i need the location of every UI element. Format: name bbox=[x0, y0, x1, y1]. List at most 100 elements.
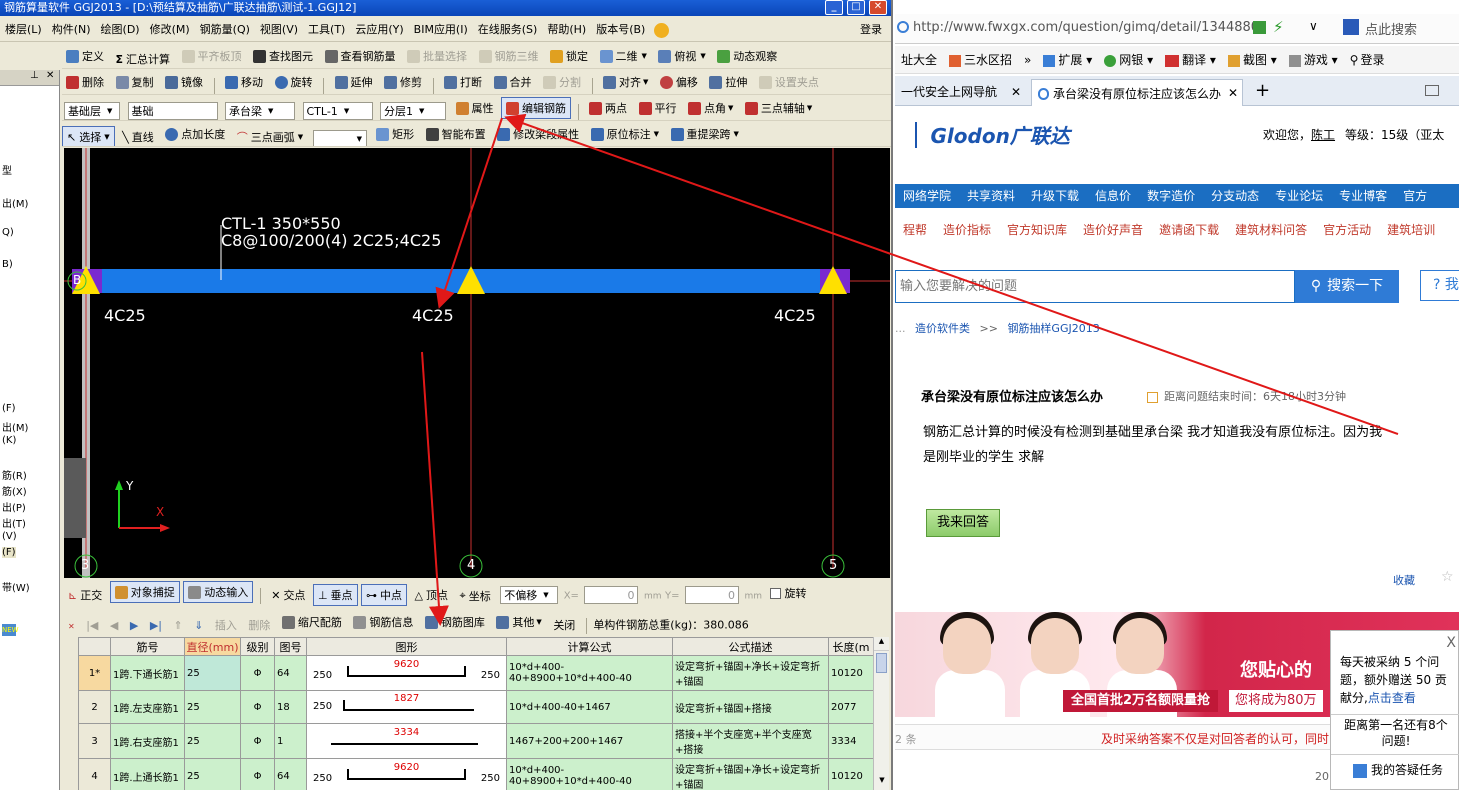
sub-nav-item[interactable]: 建筑培训 bbox=[1379, 223, 1443, 237]
bookmark-item[interactable]: 扩展 ▾ bbox=[1037, 46, 1098, 73]
line-tool-button[interactable]: ╲ 直线 bbox=[118, 126, 158, 146]
perpendicular-snap[interactable]: ⊥ 垂点 bbox=[312, 584, 358, 606]
sub-nav-item[interactable]: 造价指标 bbox=[935, 223, 999, 237]
tree-item[interactable]: (F) bbox=[2, 403, 16, 414]
menu-item[interactable]: 云应用(Y) bbox=[350, 18, 408, 42]
move-up-button[interactable]: ⇑ bbox=[169, 614, 186, 636]
component-select[interactable]: CTL-1 ▼ bbox=[302, 102, 373, 120]
tab-list-icon[interactable] bbox=[1425, 85, 1439, 96]
bookmark-item[interactable]: 游戏 ▾ bbox=[1283, 46, 1344, 73]
nav-item[interactable]: 升级下载 bbox=[1023, 189, 1087, 203]
menu-item[interactable]: 视图(V) bbox=[255, 18, 303, 42]
scale-rebar-button[interactable]: 缩尺配筋 bbox=[278, 611, 346, 633]
ortho-toggle[interactable]: ⊾ 正交 bbox=[64, 584, 106, 606]
url-field[interactable]: http://www.fwxgx.com/question/gimq/detai… bbox=[913, 20, 1259, 35]
sub-nav-item[interactable]: 官方活动 bbox=[1315, 223, 1379, 237]
qr-icon[interactable] bbox=[1253, 21, 1266, 34]
popup-view-link[interactable]: 点击查看 bbox=[1368, 691, 1416, 705]
top-view-dropdown[interactable]: 俯视 ▼ bbox=[654, 45, 709, 67]
column-header[interactable]: 图形 bbox=[306, 637, 507, 656]
offset-button[interactable]: 偏移 bbox=[656, 71, 702, 93]
login-link[interactable]: 登录 bbox=[855, 18, 887, 42]
figure-number-cell[interactable]: 64 bbox=[274, 758, 307, 790]
nav-item[interactable]: 专业博客 bbox=[1331, 189, 1395, 203]
batch-select-button[interactable]: 批量选择 bbox=[403, 45, 471, 67]
formula-cell[interactable]: 1467+200+200+1467 bbox=[506, 723, 673, 759]
y-input[interactable]: 0 bbox=[684, 586, 739, 604]
tab-active[interactable]: 承台梁没有原位标注应该怎么办 ✕ bbox=[1031, 79, 1243, 106]
next-record-button[interactable]: ▶ bbox=[126, 614, 142, 636]
description-cell[interactable]: 设定弯折+锚固+搭接 bbox=[672, 690, 829, 724]
close-icon[interactable]: ✕ bbox=[1011, 79, 1021, 105]
menu-item[interactable]: 绘图(D) bbox=[96, 18, 145, 42]
row-number[interactable]: 1* bbox=[78, 655, 111, 691]
sub-nav-item[interactable]: 建筑材料问答 bbox=[1227, 223, 1315, 237]
length-cell[interactable]: 2077 bbox=[828, 690, 874, 724]
tree-item-selected[interactable]: (F) bbox=[2, 547, 16, 558]
stretch-button[interactable]: 拉伸 bbox=[705, 71, 751, 93]
table-row[interactable]: 4 1跨.上通长筋1 25 Φ 64 250 9620 250 10*d+400-4… bbox=[78, 758, 874, 790]
sub-nav-item[interactable]: 邀请函下载 bbox=[1151, 223, 1227, 237]
tree-item[interactable]: 出(P) bbox=[2, 499, 26, 514]
draw-option-select[interactable]: ▼ bbox=[312, 129, 367, 146]
bookmark-item[interactable]: 截图 ▾ bbox=[1222, 46, 1283, 73]
close-icon[interactable]: ✕ bbox=[46, 70, 54, 81]
my-task-link[interactable]: 我的答疑任务 bbox=[1353, 761, 1443, 778]
nav-item[interactable]: 信息价 bbox=[1087, 189, 1139, 203]
move-down-button[interactable]: ⇓ bbox=[190, 614, 207, 636]
mirror-button[interactable]: 镜像 bbox=[161, 71, 207, 93]
column-header[interactable]: 级别 bbox=[240, 637, 275, 656]
diameter-cell[interactable]: 25 bbox=[184, 690, 241, 724]
close-icon[interactable]: ✕ bbox=[1228, 80, 1238, 106]
more-icon[interactable]: » bbox=[1018, 46, 1037, 73]
first-record-button[interactable]: |◀ bbox=[82, 614, 102, 636]
bookmark-item[interactable]: 三水区招 bbox=[943, 46, 1018, 73]
nav-item[interactable]: 官方 bbox=[1395, 189, 1435, 203]
tree-item[interactable]: 出(M) bbox=[2, 419, 28, 434]
reextract-span-button[interactable]: 重提梁跨 ▼ bbox=[667, 123, 743, 145]
close-icon[interactable]: ✕ bbox=[68, 622, 75, 631]
dynamic-view-button[interactable]: 动态观察 bbox=[713, 45, 781, 67]
in-situ-label-button[interactable]: 原位标注 ▼ bbox=[587, 123, 663, 145]
close-rebar-panel-button[interactable]: 关闭 bbox=[549, 614, 579, 636]
scroll-down-arrow[interactable]: ▼ bbox=[874, 776, 890, 790]
nav-item[interactable]: 网络学院 bbox=[895, 189, 959, 203]
bookmark-item[interactable]: 址大全 bbox=[895, 46, 943, 73]
column-header[interactable]: 筋号 bbox=[110, 637, 185, 656]
dynamic-input-toggle[interactable]: 动态输入 bbox=[183, 581, 254, 603]
parallel-axis-button[interactable]: 平行 bbox=[635, 97, 681, 119]
column-header[interactable]: 计算公式 bbox=[506, 637, 673, 656]
table-row[interactable]: 2 1跨.左支座筋1 25 Φ 18 250 1827 10*d+400-40+1… bbox=[78, 690, 874, 724]
move-button[interactable]: 移动 bbox=[221, 71, 267, 93]
type-select[interactable]: 承台梁 ▼ bbox=[225, 101, 295, 120]
chevron-down-icon[interactable]: ∨ bbox=[1309, 19, 1318, 33]
rebar-3d-button[interactable]: 钢筋三维 bbox=[475, 45, 543, 67]
ask-question-button[interactable]: ? 我 bbox=[1420, 270, 1459, 301]
column-header[interactable]: 公式描述 bbox=[672, 637, 829, 656]
insert-button[interactable]: 插入 bbox=[211, 614, 241, 636]
rotate-checkbox[interactable]: 旋转 bbox=[766, 582, 811, 604]
tree-item[interactable]: 带(W) bbox=[2, 579, 30, 594]
figure-number-cell[interactable]: 64 bbox=[274, 655, 307, 691]
diameter-cell[interactable]: 25 bbox=[184, 758, 241, 790]
tree-item[interactable]: Q) bbox=[2, 227, 14, 238]
align-dropdown[interactable]: 对齐 ▼ bbox=[599, 71, 652, 93]
split-button[interactable]: 分割 bbox=[539, 71, 585, 93]
minimize-button[interactable]: _ bbox=[825, 0, 843, 15]
arc-tool-button[interactable]: ⌒ 三点画弧 ▼ bbox=[233, 126, 307, 147]
site-logo[interactable]: Glodon广联达 bbox=[895, 120, 1070, 150]
category-select[interactable]: 基础 bbox=[127, 101, 218, 120]
prev-record-button[interactable]: ◀ bbox=[106, 614, 122, 636]
bookmark-item[interactable]: ⚲ 登录 bbox=[1344, 46, 1391, 73]
maximize-button[interactable]: □ bbox=[847, 0, 865, 15]
x-input[interactable]: 0 bbox=[584, 586, 639, 604]
close-window-button[interactable]: ✕ bbox=[869, 0, 887, 15]
sum-button[interactable]: Σ 汇总计算 bbox=[112, 48, 175, 68]
length-cell[interactable]: 10120 bbox=[828, 655, 874, 691]
trim-button[interactable]: 修剪 bbox=[380, 71, 426, 93]
view-2d-dropdown[interactable]: 二维 ▼ bbox=[596, 45, 651, 67]
tree-item[interactable]: 出(T) bbox=[2, 515, 26, 530]
menu-item[interactable]: 修改(M) bbox=[145, 18, 195, 42]
menu-item[interactable]: 楼层(L) bbox=[0, 18, 47, 42]
flat-top-button[interactable]: 平齐板顶 bbox=[178, 45, 246, 67]
